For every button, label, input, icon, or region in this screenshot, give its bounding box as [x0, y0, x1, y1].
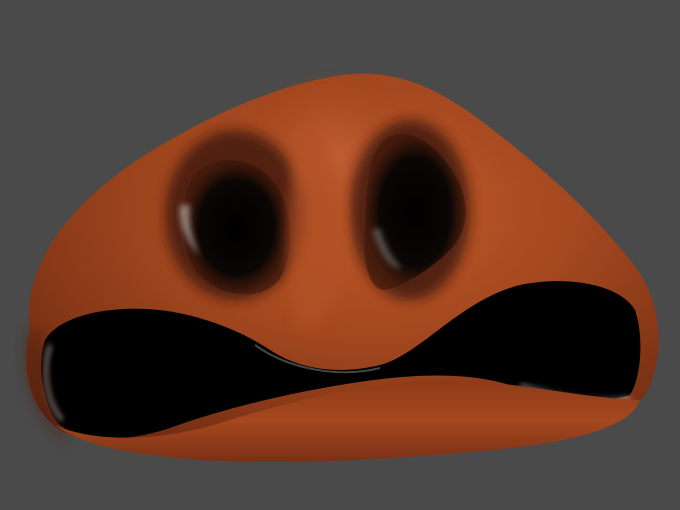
- rendered-model-scene: [24, 70, 659, 463]
- right-socket: [350, 120, 470, 300]
- left-socket: [165, 130, 305, 300]
- 3d-viewport[interactable]: [0, 0, 680, 510]
